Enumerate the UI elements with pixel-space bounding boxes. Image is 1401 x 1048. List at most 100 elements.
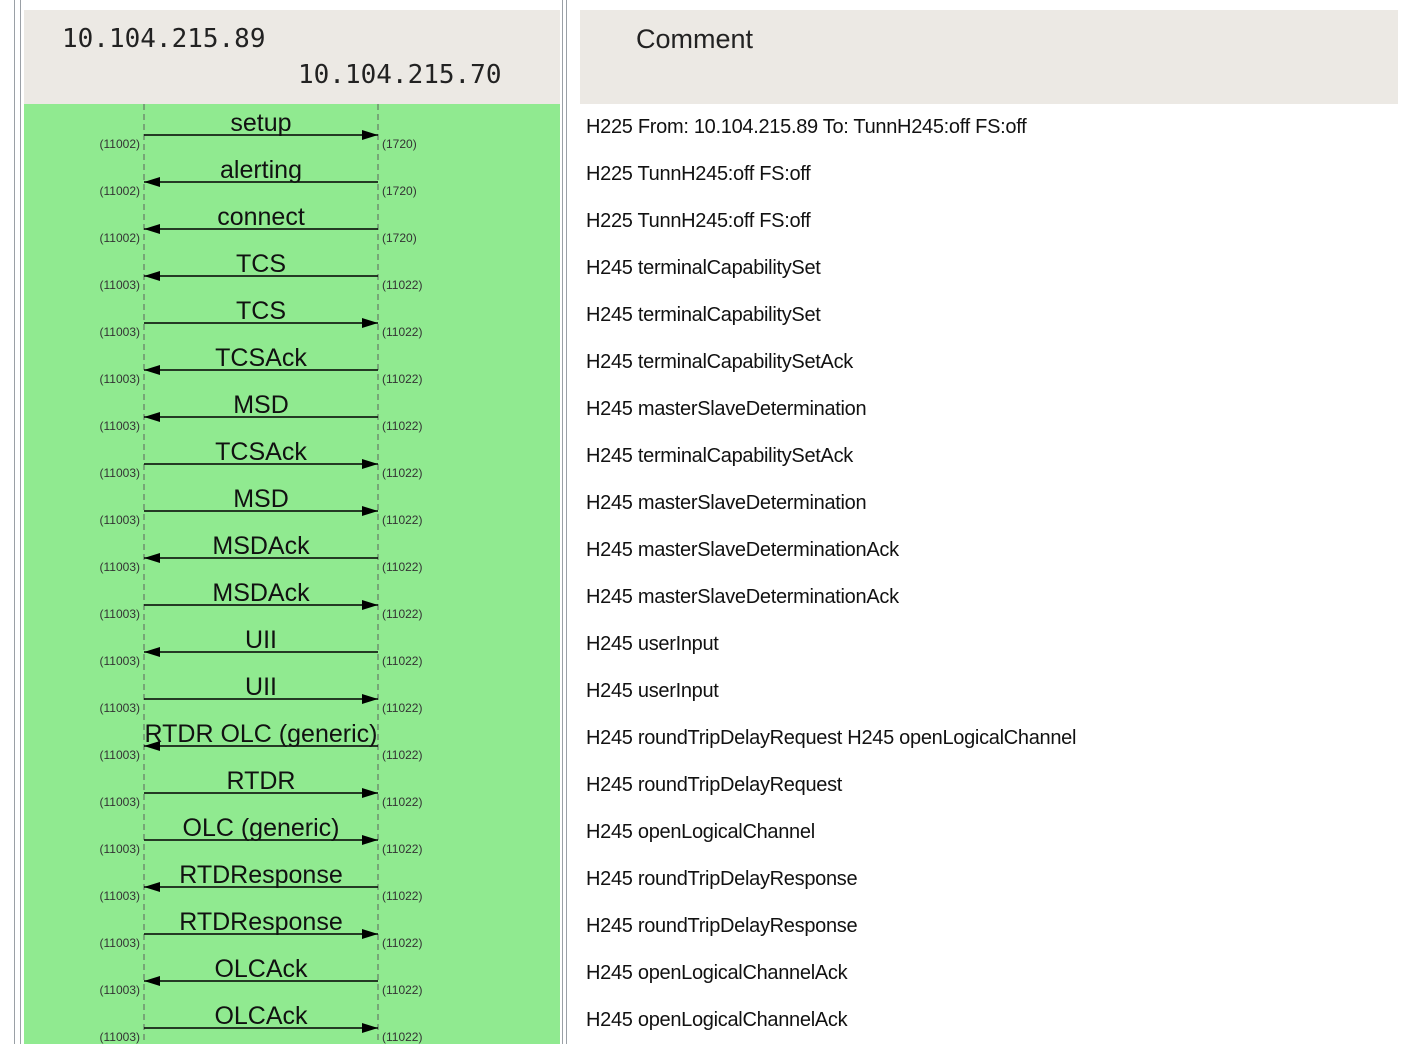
- comment-column-header[interactable]: Comment: [580, 10, 1398, 104]
- flow-diagram: setup(11002) (1720)alerting(11002) (1720)c…: [100, 104, 423, 1044]
- flow-label: MSD: [233, 485, 289, 513]
- arrow-right-icon: [362, 459, 378, 469]
- flow-row[interactable]: OLC (generic) (11003) (11022): [100, 814, 423, 856]
- arrow-left-icon: [144, 365, 160, 375]
- comment-row[interactable]: H245 masterSlaveDeterminationAck: [586, 539, 899, 562]
- comment-row[interactable]: H245 roundTripDelayRequest: [586, 774, 842, 797]
- arrow-right-icon: [362, 600, 378, 610]
- left-port-label: (11002): [100, 137, 140, 151]
- comment-row[interactable]: H245 openLogicalChannel: [586, 821, 815, 844]
- left-margin: [0, 0, 14, 1044]
- arrow-right-icon: [362, 929, 378, 939]
- flow-label: TCS: [236, 297, 286, 325]
- right-port-label: (11022): [382, 748, 422, 762]
- flow-row[interactable]: MSDAck (11003) (11022): [100, 532, 423, 574]
- right-port-label: (11022): [382, 513, 422, 527]
- flow-row[interactable]: TCSAck (11003) (11022): [100, 438, 423, 480]
- right-port-label: (11022): [382, 372, 422, 386]
- flow-graph-header: 10.104.215.89 10.104.215.70: [24, 10, 560, 104]
- window-border-line: [20, 0, 21, 1044]
- arrow-left-icon: [144, 224, 160, 234]
- flow-graph-panel[interactable]: setup (11002) (1720) alerting (11002) (1720) c…: [24, 104, 560, 1044]
- flow-row[interactable]: TCS (11003) (11022): [100, 297, 423, 339]
- comment-row[interactable]: H245 terminalCapabilitySetAck: [586, 351, 853, 374]
- left-port-label: (11003): [100, 278, 140, 292]
- arrow-right-icon: [362, 506, 378, 516]
- arrow-left-icon: [144, 177, 160, 187]
- comment-row[interactable]: H245 masterSlaveDeterminationAck: [586, 586, 899, 609]
- comment-row[interactable]: H245 openLogicalChannelAck: [586, 962, 848, 985]
- left-port-label: (11003): [100, 936, 140, 950]
- flow-label: MSDAck: [212, 532, 310, 560]
- flow-row[interactable]: UII (11003) (11022): [100, 673, 423, 715]
- flow-row[interactable]: alerting (11002) (1720): [100, 156, 417, 198]
- flow-label: OLC (generic): [183, 814, 340, 842]
- comment-row[interactable]: H245 userInput: [586, 680, 719, 703]
- comment-panel: H225 From: 10.104.215.89 To: TunnH245:of…: [580, 104, 1398, 1044]
- panel-splitter[interactable]: [560, 0, 578, 1044]
- arrow-right-icon: [362, 835, 378, 845]
- left-port-label: (11003): [100, 466, 140, 480]
- flow-label: TCSAck: [215, 438, 307, 466]
- comment-row[interactable]: H245 masterSlaveDetermination: [586, 492, 867, 515]
- flow-row[interactable]: TCSAck (11003) (11022): [100, 344, 423, 386]
- comment-row[interactable]: H245 masterSlaveDetermination: [586, 398, 867, 421]
- comment-row[interactable]: H245 openLogicalChannelAck: [586, 1009, 848, 1032]
- flow-row[interactable]: OLCAck (11003) (11022): [100, 955, 423, 997]
- comment-row[interactable]: H245 roundTripDelayResponse: [586, 868, 858, 891]
- flow-label: alerting: [220, 156, 302, 184]
- comment-row[interactable]: H245 roundTripDelayRequest H245 openLogi…: [586, 727, 1076, 750]
- flow-label: UII: [245, 673, 277, 701]
- comment-row[interactable]: H245 terminalCapabilitySet: [586, 304, 821, 327]
- flow-row[interactable]: RTDR (11003) (11022): [100, 767, 423, 809]
- right-port-label: (11022): [382, 983, 422, 997]
- flow-label: UII: [245, 626, 277, 654]
- flow-label: RTDResponse: [179, 908, 343, 936]
- comment-row[interactable]: H245 userInput: [586, 633, 719, 656]
- right-port-label: (11022): [382, 795, 422, 809]
- flow-label: setup: [230, 109, 291, 137]
- left-port-label: (11003): [100, 983, 140, 997]
- arrow-left-icon: [144, 271, 160, 281]
- flow-row[interactable]: setup (11002) (1720): [100, 109, 417, 151]
- flow-row[interactable]: RTDResponse (11003) (11022): [100, 861, 423, 903]
- left-port-label: (11003): [100, 654, 140, 668]
- left-port-label: (11003): [100, 372, 140, 386]
- left-port-label: (11003): [100, 560, 140, 574]
- right-port-label: (11022): [382, 1030, 422, 1044]
- host-a-label: 10.104.215.89: [62, 24, 266, 54]
- flow-row[interactable]: MSD (11003) (11022): [100, 485, 423, 527]
- flow-row[interactable]: UII (11003) (11022): [100, 626, 423, 668]
- host-b-label: 10.104.215.70: [298, 60, 502, 90]
- comment-row[interactable]: H225 TunnH245:off FS:off: [586, 163, 811, 186]
- flow-label: TCS: [236, 250, 286, 278]
- right-port-label: (11022): [382, 607, 422, 621]
- flow-label: connect: [217, 203, 305, 231]
- flow-row[interactable]: connect (11002) (1720): [100, 203, 417, 245]
- comment-row[interactable]: H245 roundTripDelayResponse: [586, 915, 858, 938]
- right-port-label: (11022): [382, 466, 422, 480]
- arrow-left-icon: [144, 647, 160, 657]
- right-port-label: (11022): [382, 701, 422, 715]
- left-port-label: (11002): [100, 231, 140, 245]
- comment-row[interactable]: H225 From: 10.104.215.89 To: TunnH245:of…: [586, 116, 1027, 139]
- flow-row[interactable]: TCS (11003) (11022): [100, 250, 423, 292]
- left-port-label: (11003): [100, 842, 140, 856]
- arrow-left-icon: [144, 553, 160, 563]
- left-port-label: (11003): [100, 513, 140, 527]
- comment-row[interactable]: H245 terminalCapabilitySet: [586, 257, 821, 280]
- flow-row[interactable]: MSD (11003) (11022): [100, 391, 423, 433]
- arrow-right-icon: [362, 694, 378, 704]
- flow-row[interactable]: RTDR OLC (generic) (11003) (11022): [100, 720, 423, 762]
- flow-row[interactable]: RTDResponse (11003) (11022): [100, 908, 423, 950]
- flow-row[interactable]: OLCAck (11003) (11022): [100, 1002, 423, 1044]
- left-port-label: (11003): [100, 419, 140, 433]
- left-port-label: (11003): [100, 795, 140, 809]
- flow-label: RTDR OLC (generic): [145, 720, 378, 748]
- flow-row[interactable]: MSDAck (11003) (11022): [100, 579, 423, 621]
- right-port-label: (11022): [382, 889, 422, 903]
- comment-row[interactable]: H245 terminalCapabilitySetAck: [586, 445, 853, 468]
- left-port-label: (11003): [100, 325, 140, 339]
- comment-row[interactable]: H225 TunnH245:off FS:off: [586, 210, 811, 233]
- right-port-label: (11022): [382, 654, 422, 668]
